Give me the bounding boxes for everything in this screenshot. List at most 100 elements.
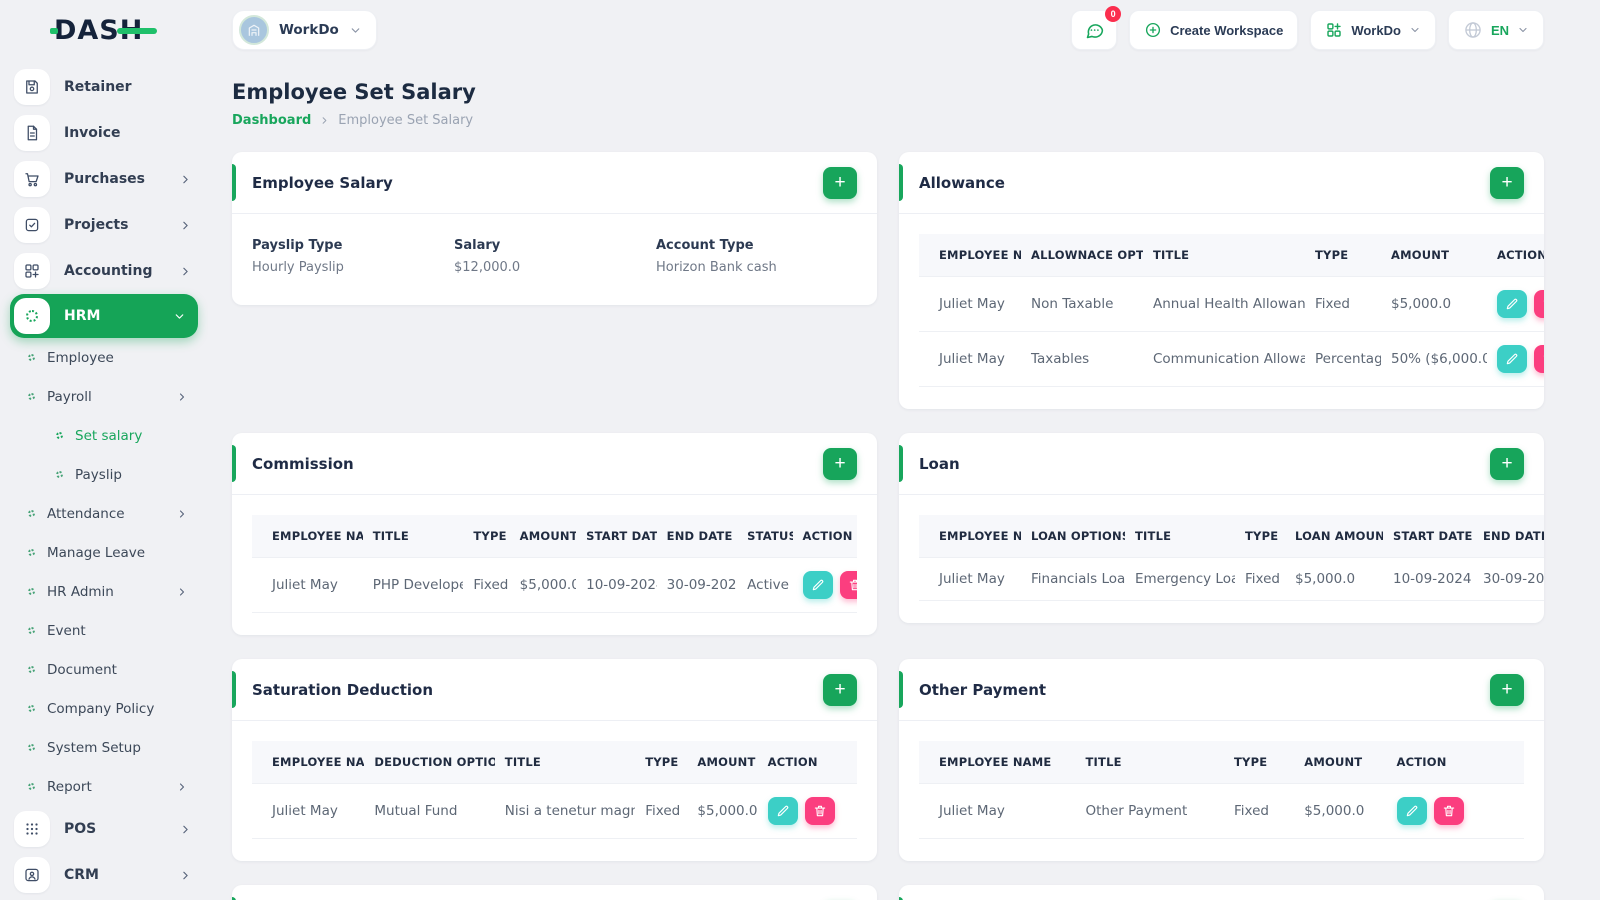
table-cell: Juliet May — [919, 557, 1021, 601]
plus-icon: + — [1501, 679, 1513, 700]
plus-icon: + — [834, 453, 846, 474]
sidebar-item-manage-leave[interactable]: Manage Leave — [0, 533, 208, 572]
table-cell: Fixed — [1305, 276, 1381, 332]
messages-badge: 0 — [1105, 6, 1122, 22]
table-cell: Active — [737, 557, 793, 613]
add-employee-salary-button[interactable]: + — [823, 166, 857, 199]
edit-button[interactable] — [767, 797, 798, 825]
workspace-selector[interactable]: WorkDo — [232, 10, 377, 50]
sidebar-item-pos[interactable]: POS — [0, 806, 208, 852]
sidebar-item-hrm[interactable]: HRM — [10, 294, 198, 338]
sidebar-item-crm[interactable]: CRM — [0, 852, 208, 898]
card-saturation-deduction: Saturation Deduction + EMPLOYEE NAME DED… — [232, 659, 877, 861]
messages-button[interactable]: 0 — [1071, 6, 1122, 50]
add-other-payment-button[interactable]: + — [1490, 673, 1524, 706]
edit-button[interactable] — [1497, 345, 1527, 373]
table-cell: $5,000.0 — [1381, 276, 1487, 332]
pos-dots-icon — [14, 811, 50, 847]
card-title: Commission — [252, 454, 354, 473]
column-header: TITLE — [1143, 234, 1305, 277]
card-title: Allowance — [919, 173, 1005, 192]
plus-icon: + — [834, 172, 846, 193]
delete-button[interactable] — [1534, 345, 1544, 373]
plus-icon: + — [834, 679, 846, 700]
commission-table: EMPLOYEE NAME TITLE TYPE AMOUNT START DA… — [252, 515, 857, 613]
sidebar-item-payslip[interactable]: Payslip — [0, 455, 208, 494]
sidebar-item-payroll[interactable]: Payroll — [0, 377, 208, 416]
table-cell: PHP Developer — [362, 557, 464, 613]
edit-icon — [776, 804, 790, 818]
sidebar-item-event[interactable]: Event — [0, 611, 208, 650]
sidebar-item-set-salary[interactable]: Set salary — [0, 416, 208, 455]
chevron-right-icon — [179, 823, 192, 836]
delete-button[interactable] — [804, 797, 835, 825]
sidebar: Retainer Invoice Purchases Projects Acco… — [0, 60, 208, 900]
create-workspace-button[interactable]: Create Workspace — [1129, 10, 1299, 50]
add-saturation-deduction-button[interactable]: + — [823, 673, 857, 706]
sidebar-item-retainer[interactable]: Retainer — [0, 64, 208, 110]
chevron-right-icon — [179, 265, 192, 278]
column-header: DEDUCTION OPTION — [364, 741, 495, 784]
save-icon — [14, 69, 50, 105]
add-loan-button[interactable]: + — [1490, 447, 1524, 480]
column-header: TYPE — [463, 515, 510, 558]
column-header: START DATE — [1383, 515, 1473, 558]
language-selector[interactable]: EN — [1447, 10, 1544, 50]
edit-button[interactable] — [1497, 290, 1527, 318]
chevron-down-icon — [349, 24, 362, 37]
delete-button[interactable] — [839, 571, 857, 599]
sidebar-item-employee[interactable]: Employee — [0, 338, 208, 377]
delete-button[interactable] — [1433, 797, 1464, 825]
table-cell: Fixed — [463, 557, 510, 613]
sidebar-item-system-setup[interactable]: System Setup — [0, 728, 208, 767]
sidebar-item-accounting[interactable]: Accounting — [0, 248, 208, 294]
bullet-icon — [28, 354, 35, 361]
sidebar-item-projects[interactable]: Projects — [0, 202, 208, 248]
card-title: Employee Salary — [252, 173, 393, 192]
add-allowance-button[interactable]: + — [1490, 166, 1524, 199]
bullet-icon — [28, 783, 35, 790]
brand-logo[interactable]: DASH — [50, 15, 158, 46]
delete-icon — [1442, 804, 1456, 818]
column-header: ACTION — [1487, 234, 1544, 277]
saturation-deduction-table: EMPLOYEE NAME DEDUCTION OPTION TITLE TYP… — [252, 741, 857, 839]
card-loan: Loan + EMPLOYEE NAME LOAN OPTIONS TITLE … — [899, 433, 1544, 623]
edit-button[interactable] — [1396, 797, 1427, 825]
chevron-right-icon — [319, 115, 330, 126]
column-header: TITLE — [1125, 515, 1235, 558]
delete-button[interactable] — [1534, 290, 1544, 318]
messages-icon — [1084, 20, 1105, 41]
card-title: Loan — [919, 454, 960, 473]
breadcrumb-dashboard-link[interactable]: Dashboard — [232, 113, 311, 128]
workspace-avatar — [239, 15, 269, 45]
column-header: AMOUNT — [687, 741, 758, 784]
edit-button[interactable] — [802, 571, 833, 599]
sidebar-item-company-policy[interactable]: Company Policy — [0, 689, 208, 728]
crm-icon — [14, 857, 50, 893]
sidebar-item-document[interactable]: Document — [0, 650, 208, 689]
workspace-name: WorkDo — [279, 22, 339, 38]
table-cell: 10-09-2024 — [1383, 557, 1473, 601]
table-cell: 50% ($6,000.0) — [1381, 331, 1487, 387]
table-cell: Percentage — [1305, 331, 1381, 387]
sidebar-item-report[interactable]: Report — [0, 767, 208, 806]
column-header: START DATE — [576, 515, 657, 558]
edit-icon — [1505, 352, 1519, 366]
table-cell: Fixed — [1224, 783, 1295, 839]
allowance-table: EMPLOYEE NAME ALLOWNACE OPTION TITLE TYP… — [919, 234, 1544, 387]
topbar: DASH WorkDo 0 Create Workspace WorkDo EN — [0, 0, 1600, 60]
table-cell: Juliet May — [919, 276, 1021, 332]
table-cell: Juliet May — [919, 331, 1021, 387]
sidebar-item-attendance[interactable]: Attendance — [0, 494, 208, 533]
column-header: TYPE — [635, 741, 688, 784]
table-cell: $5,000.0 — [1294, 783, 1387, 839]
sidebar-item-hr-admin[interactable]: HR Admin — [0, 572, 208, 611]
add-commission-button[interactable]: + — [823, 447, 857, 480]
sidebar-item-invoice[interactable]: Invoice — [0, 110, 208, 156]
hrm-icon — [14, 298, 50, 334]
edit-icon — [811, 578, 825, 592]
column-header: AMOUNT — [1381, 234, 1487, 277]
chevron-down-icon — [173, 310, 186, 323]
sidebar-item-purchases[interactable]: Purchases — [0, 156, 208, 202]
workdo-menu-button[interactable]: WorkDo — [1310, 10, 1436, 50]
